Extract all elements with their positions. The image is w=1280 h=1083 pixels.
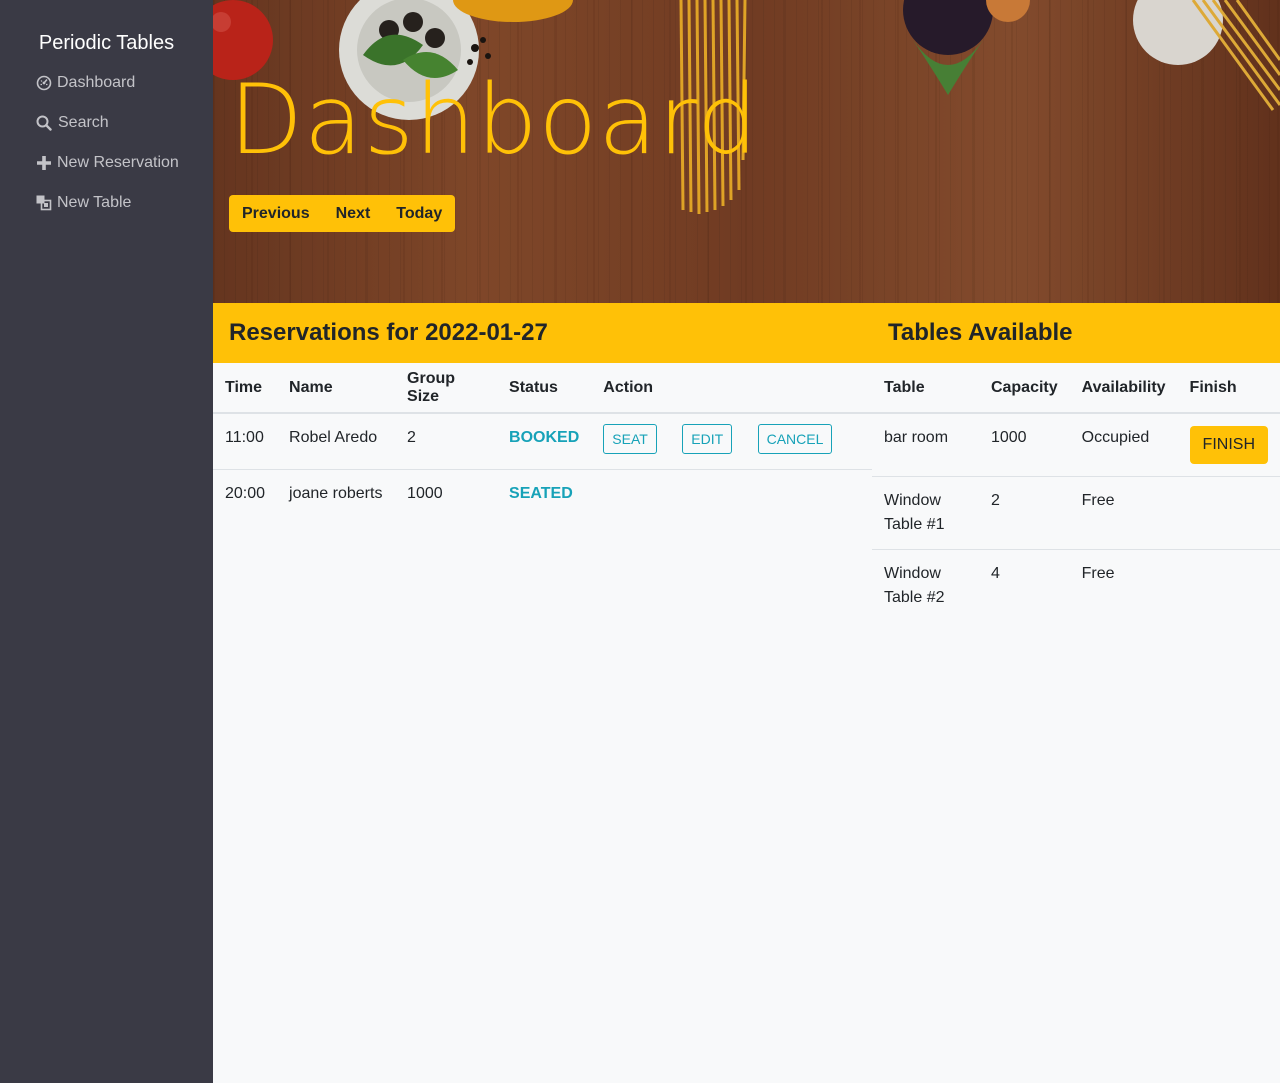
- sidebar-item-search[interactable]: Search: [36, 114, 109, 132]
- brand-title[interactable]: Periodic Tables: [0, 32, 213, 55]
- column-header: Finish: [1177, 363, 1280, 414]
- reservation-group-size: 1000: [407, 484, 443, 502]
- today-button[interactable]: Today: [383, 195, 455, 232]
- dashboard-icon: [36, 75, 52, 91]
- seat-button[interactable]: SEAT: [603, 424, 657, 454]
- previous-button[interactable]: Previous: [229, 195, 323, 232]
- table-row: Window Table #2 4 Free: [872, 550, 1280, 623]
- column-header: Table: [872, 363, 979, 414]
- table-capacity: 1000: [978, 413, 1070, 477]
- cancel-button[interactable]: CANCEL: [757, 424, 833, 454]
- tables-available-table: Table Capacity Availability Finish bar r…: [872, 363, 1280, 623]
- reservation-name: Robel Aredo: [277, 413, 396, 470]
- table-name: Window Table #2: [884, 565, 945, 606]
- search-icon: [36, 115, 53, 131]
- reservation-name: joane roberts: [289, 484, 383, 502]
- column-header: Time: [213, 363, 278, 414]
- reservation-time: 11:00: [213, 413, 278, 470]
- finish-cell: [1178, 550, 1280, 623]
- sidebar: Periodic Tables Dashboard Search New Res…: [0, 0, 213, 1083]
- sidebar-item-label: New Table: [57, 194, 132, 211]
- sidebar-item-dashboard[interactable]: Dashboard: [36, 74, 135, 92]
- table-row: 11:00 Robel Aredo 2 BOOKED SEAT EDIT CAN…: [213, 413, 872, 470]
- table-capacity: 2: [978, 476, 1070, 550]
- reservation-actions: SEAT EDIT CANCEL: [591, 413, 872, 470]
- column-header: Capacity: [978, 363, 1070, 414]
- column-header: Availability: [1069, 363, 1178, 414]
- column-header: Status: [497, 363, 592, 414]
- table-availability: Free: [1069, 476, 1178, 550]
- sidebar-item-new-table[interactable]: New Table: [36, 194, 131, 212]
- finish-button[interactable]: FINISH: [1189, 426, 1268, 464]
- next-button[interactable]: Next: [323, 195, 384, 232]
- status-badge: SEATED: [509, 484, 573, 502]
- table-name: bar room: [872, 413, 979, 477]
- reservation-actions: [591, 469, 872, 525]
- table-availability: Free: [1081, 565, 1115, 582]
- table-icon: [36, 195, 52, 211]
- column-header: Group Size: [395, 363, 498, 414]
- sidebar-item-new-reservation[interactable]: New Reservation: [36, 154, 179, 172]
- table-row: Window Table #1 2 Free: [872, 476, 1280, 550]
- column-header: Name: [277, 363, 396, 414]
- edit-button[interactable]: EDIT: [682, 424, 733, 454]
- reservation-time: 20:00: [225, 484, 266, 502]
- reservations-heading: Reservations for 2022-01-27: [229, 319, 548, 346]
- table-row: bar room 1000 Occupied FINISH: [872, 413, 1280, 477]
- column-header: Action: [591, 363, 872, 414]
- finish-cell: FINISH: [1177, 413, 1280, 477]
- reservations-table: Time Name Group Size Status Action 11:00…: [213, 363, 872, 525]
- reservation-group-size: 2: [395, 413, 498, 470]
- table-capacity: 4: [990, 565, 1000, 582]
- table-row: 20:00 joane roberts 1000 SEATED: [213, 469, 872, 525]
- section-header-bar: Reservations for 2022-01-27 Tables Avail…: [213, 303, 1280, 363]
- sidebar-item-label: Dashboard: [57, 74, 136, 91]
- table-availability: Occupied: [1069, 413, 1178, 477]
- finish-cell: [1177, 476, 1280, 550]
- sidebar-item-label: Search: [58, 114, 109, 131]
- tables-heading: Tables Available: [888, 319, 1073, 346]
- hero-banner: Dashboard Previous Next Today: [213, 0, 1280, 303]
- status-badge: BOOKED: [497, 413, 592, 470]
- sidebar-item-label: New Reservation: [57, 154, 179, 171]
- date-navigation: Previous Next Today: [229, 195, 456, 232]
- page-title: Dashboard: [229, 64, 759, 176]
- table-header-row: Table Capacity Availability Finish: [872, 363, 1280, 414]
- table-header-row: Time Name Group Size Status Action: [213, 363, 872, 414]
- table-name: Window Table #1: [872, 476, 979, 550]
- plus-icon: [36, 155, 52, 171]
